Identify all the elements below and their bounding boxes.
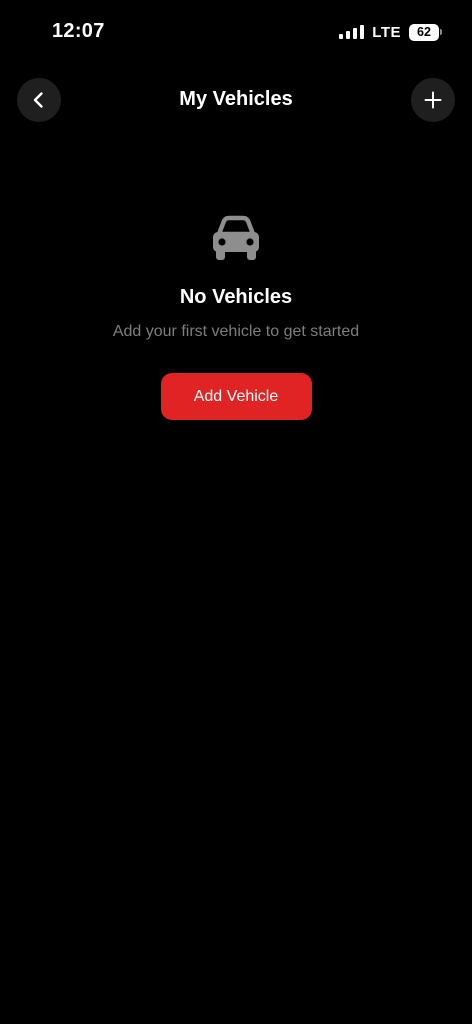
network-type: LTE bbox=[372, 23, 401, 41]
add-vehicle-button[interactable]: Add Vehicle bbox=[160, 373, 312, 420]
empty-state-subtitle: Add your first vehicle to get started bbox=[112, 323, 360, 340]
empty-state: No Vehicles Add your first vehicle to ge… bbox=[0, 212, 472, 420]
battery-icon: 62 bbox=[409, 23, 442, 41]
add-button[interactable] bbox=[411, 78, 455, 122]
cellular-signal-icon bbox=[339, 25, 365, 39]
battery-level: 62 bbox=[409, 23, 439, 41]
page-title: My Vehicles bbox=[179, 88, 293, 110]
status-indicators: LTE 62 bbox=[339, 22, 442, 42]
empty-state-title: No Vehicles bbox=[179, 286, 293, 308]
car-icon bbox=[213, 215, 259, 260]
status-time: 12:07 bbox=[52, 20, 105, 42]
status-bar: 12:07 LTE 62 bbox=[0, 0, 472, 60]
plus-icon bbox=[424, 91, 442, 109]
